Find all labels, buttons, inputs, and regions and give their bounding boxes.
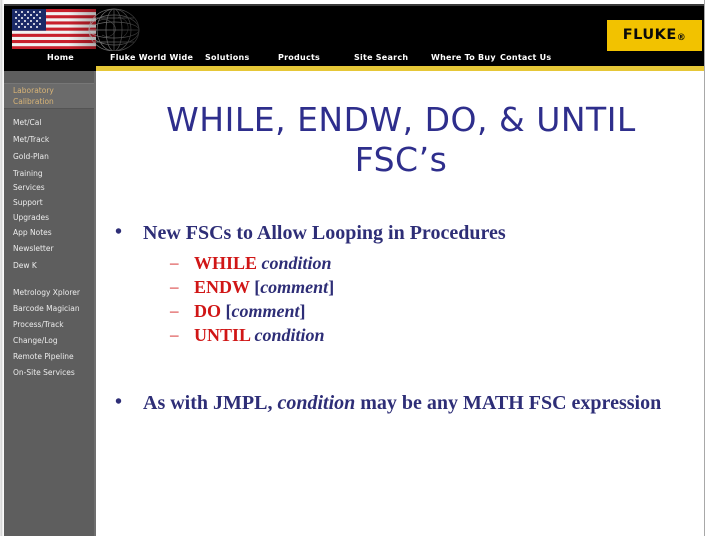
fsc-arg-close: ] [299, 301, 306, 321]
fsc-arg-close: ] [328, 277, 335, 297]
sidebar-item-services[interactable]: Services [13, 183, 45, 193]
bullet-item-sub-endw: – ENDW [comment] [96, 275, 706, 299]
sidebar-item-laboratory-calibration[interactable]: Laboratory Calibration [4, 83, 96, 109]
registered-mark: ® [676, 33, 687, 44]
sidebar: Laboratory Calibration Met/Cal Met/Track… [4, 71, 96, 536]
slide-content: WHILE, ENDW, DO, & UNTIL FSC’s • New FSC… [96, 71, 706, 536]
wireframe-globe-icon [88, 8, 140, 51]
bullet-glyph-icon: • [115, 391, 123, 413]
fsc-keyword: UNTIL [194, 325, 251, 345]
bullet-item-sub-do: – DO [comment] [96, 299, 706, 323]
page-title-line-2: FSC’s [354, 140, 448, 179]
us-flag-globe-banner-icon [12, 7, 160, 51]
nav-fluke-world-wide[interactable]: Fluke World Wide [110, 53, 193, 62]
bullet-item-primary-1: • New FSCs to Allow Looping in Procedure… [96, 221, 706, 246]
page-title: WHILE, ENDW, DO, & UNTIL FSC’s [102, 100, 700, 180]
dash-glyph-icon: – [170, 253, 179, 272]
dash-glyph-icon: – [170, 301, 179, 320]
sidebar-item-metcal[interactable]: Met/Cal [13, 118, 41, 128]
sidebar-item-mettrack[interactable]: Met/Track [13, 135, 49, 145]
fsc-keyword: WHILE [194, 253, 258, 273]
fluke-wordmark: FLUKE® [622, 27, 687, 44]
nav-where-to-buy[interactable]: Where To Buy [431, 53, 496, 62]
bullet-item-sub-while: – WHILE condition [96, 251, 706, 275]
sidebar-item-label: Laboratory Calibration [13, 86, 54, 106]
fsc-argument: comment [260, 277, 329, 297]
sidebar-item-app-notes[interactable]: App Notes [13, 228, 52, 238]
sidebar-item-change-log[interactable]: Change/Log [13, 336, 58, 346]
bullet-text-part-1: As with JMPL, [143, 392, 278, 414]
fsc-argument: condition [254, 325, 325, 345]
main-nav: Home Fluke World Wide Solutions Products… [4, 48, 706, 66]
page-frame-bottom [0, 536, 720, 540]
sidebar-item-on-site-services[interactable]: On-Site Services [13, 368, 75, 378]
slide-page: FLUKE® Home Fluke World Wide Solutions P… [0, 0, 720, 540]
bullet-text: New FSCs to Allow Looping in Procedures [143, 222, 506, 244]
sidebar-item-training[interactable]: Training [13, 169, 43, 179]
sidebar-item-gold-plan[interactable]: Gold-Plan [13, 152, 49, 162]
nav-contact-us[interactable]: Contact Us [500, 53, 551, 62]
fluke-logo[interactable]: FLUKE® [607, 20, 702, 51]
nav-products[interactable]: Products [278, 53, 320, 62]
slide-bullet-list: • New FSCs to Allow Looping in Procedure… [96, 221, 706, 416]
dash-glyph-icon: – [170, 277, 179, 296]
site-header: FLUKE® Home Fluke World Wide Solutions P… [4, 4, 706, 66]
bullet-text-part-2: may be any MATH FSC expression [355, 392, 662, 414]
nav-site-search[interactable]: Site Search [354, 53, 408, 62]
bullet-glyph-icon: • [115, 221, 123, 243]
fsc-keyword: ENDW [194, 277, 250, 297]
sidebar-item-upgrades[interactable]: Upgrades [13, 213, 49, 223]
dash-glyph-icon: – [170, 325, 179, 344]
sidebar-item-remote-pipeline[interactable]: Remote Pipeline [13, 352, 74, 362]
bullet-item-sub-until: – UNTIL condition [96, 323, 706, 347]
sidebar-item-barcode-magician[interactable]: Barcode Magician [13, 304, 80, 314]
bullet-item-primary-2: • As with JMPL, condition may be any MAT… [96, 391, 706, 416]
bullet-text-italic: condition [277, 392, 356, 414]
fsc-argument: condition [261, 253, 332, 273]
fsc-argument: comment [231, 301, 300, 321]
nav-solutions[interactable]: Solutions [205, 53, 249, 62]
sidebar-item-newsletter[interactable]: Newsletter [13, 244, 54, 254]
sidebar-item-support[interactable]: Support [13, 198, 43, 208]
header-top-rule [4, 4, 706, 6]
sidebar-item-dew-k[interactable]: Dew K [13, 261, 37, 271]
sidebar-item-process-track[interactable]: Process/Track [13, 320, 64, 330]
fsc-keyword: DO [194, 301, 221, 321]
sidebar-item-metrology-xplorer[interactable]: Metrology Xplorer [13, 288, 80, 298]
nav-home[interactable]: Home [47, 53, 74, 62]
page-title-line-1: WHILE, ENDW, DO, & UNTIL [166, 100, 636, 139]
page-frame-right [704, 0, 720, 540]
